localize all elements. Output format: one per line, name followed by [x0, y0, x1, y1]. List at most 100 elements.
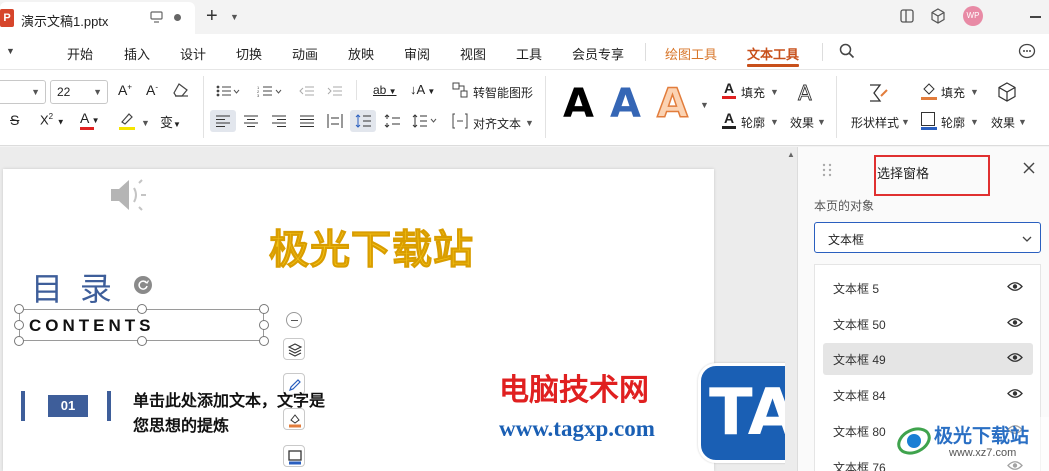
speaker-icon[interactable] [107, 175, 151, 218]
object-row[interactable]: 文本框 50 [823, 308, 1033, 340]
resize-handle[interactable] [137, 336, 147, 346]
text-direction-icon[interactable]: ab ▼ [373, 83, 397, 97]
menu-review[interactable]: 审阅 [404, 44, 430, 63]
clear-format-icon[interactable] [173, 83, 189, 100]
smart-graphic-icon[interactable] [452, 82, 468, 101]
line-spacing-options-icon[interactable] [412, 114, 438, 131]
drag-grip-icon[interactable] [822, 163, 832, 180]
bullet-list-icon[interactable] [216, 85, 240, 100]
text-style-gallery-expand-icon[interactable]: ▼ [700, 100, 709, 110]
text-fill-icon[interactable]: A [724, 80, 734, 96]
toc-heading[interactable]: 目 录 [31, 264, 116, 310]
menu-slideshow[interactable]: 放映 [348, 44, 374, 63]
vertical-scrollbar[interactable]: ▲ [785, 147, 797, 471]
align-left-button[interactable] [210, 110, 236, 132]
layer-button[interactable] [283, 338, 305, 360]
menu-insert[interactable]: 插入 [124, 44, 150, 63]
resize-handle[interactable] [137, 304, 147, 314]
menu-animation[interactable]: 动画 [292, 44, 318, 63]
superscript-icon[interactable]: X2 ▼ [40, 112, 65, 127]
item-number-badge[interactable]: 01 [48, 395, 88, 417]
text-fill-label[interactable]: 填充 [741, 84, 765, 101]
text-style-black[interactable]: A [563, 80, 594, 128]
new-tab-plus-icon[interactable]: + [206, 5, 218, 28]
menu-member[interactable]: 会员专享 [572, 44, 624, 63]
font-color-icon[interactable]: A ▼ [80, 110, 99, 126]
text-outline-label[interactable]: 轮廓 [741, 114, 765, 131]
shape-effects-label[interactable]: 效果 [991, 114, 1015, 131]
shape-outline-label[interactable]: 轮廓 [941, 114, 965, 131]
align-right-icon[interactable] [272, 115, 286, 130]
outline-button[interactable] [283, 445, 305, 467]
distribute-icon[interactable] [327, 114, 343, 131]
shape-style-label[interactable]: 形状样式 [851, 114, 899, 131]
shape-fill-label[interactable]: 填充 [941, 84, 965, 101]
fill-button[interactable] [283, 408, 305, 430]
close-icon[interactable] [1023, 162, 1035, 177]
resize-handle[interactable] [259, 320, 269, 330]
menu-design[interactable]: 设计 [180, 44, 206, 63]
numbered-list-icon[interactable]: 123 [257, 85, 283, 100]
smart-graphic-label[interactable]: 转智能图形 [473, 84, 533, 101]
document-tab[interactable]: P 演示文稿1.pptx [0, 2, 195, 34]
font-size-dropdown[interactable]: 22 ▼ [50, 80, 108, 104]
strikethrough-icon[interactable]: S [10, 112, 19, 128]
item-text-line2[interactable]: 您思想的提炼 [133, 412, 229, 436]
slide[interactable]: 极光下载站 目 录 CONTENTS 01 单击此处添加文本，文字是 您思想的提… [3, 169, 714, 471]
slide-title[interactable]: 极光下载站 [269, 217, 474, 275]
menu-transition[interactable]: 切换 [236, 44, 262, 63]
sort-icon[interactable]: ↓A ▼ [410, 82, 435, 97]
resize-handle[interactable] [14, 304, 24, 314]
justify-icon[interactable] [300, 115, 314, 130]
decrease-indent-icon[interactable] [299, 85, 315, 100]
user-avatar[interactable]: WP [963, 6, 983, 26]
tab-list-chevron-icon[interactable]: ▼ [230, 12, 239, 22]
eye-icon[interactable] [1007, 281, 1023, 295]
chat-icon[interactable] [1018, 43, 1036, 62]
item-text-line1[interactable]: 单击此处添加文本，文字是 [133, 387, 325, 411]
decrease-font-icon[interactable]: A- [146, 82, 158, 98]
text-effects-label[interactable]: 效果 [790, 114, 814, 131]
menu-text-tools[interactable]: 文本工具 [747, 44, 799, 63]
menu-collapse-chevron-icon[interactable]: ▼ [6, 46, 15, 56]
collapse-toolbar-icon[interactable] [286, 312, 302, 328]
resize-handle[interactable] [259, 336, 269, 346]
phonetic-icon[interactable]: 变▼ [160, 112, 181, 131]
line-spacing-button[interactable] [350, 110, 376, 132]
menu-drawing-tools[interactable]: 绘图工具 [665, 44, 717, 63]
align-text-label[interactable]: 对齐文本 [473, 115, 521, 132]
shape-style-icon[interactable] [867, 82, 889, 107]
menu-tools[interactable]: 工具 [516, 44, 542, 63]
eye-icon[interactable] [1007, 352, 1023, 366]
shape-effects-icon[interactable] [996, 81, 1018, 106]
menu-view[interactable]: 视图 [460, 44, 486, 63]
align-text-icon[interactable] [452, 113, 468, 132]
font-name-dropdown[interactable]: ▼ [0, 80, 46, 104]
paragraph-spacing-icon[interactable] [384, 114, 400, 131]
menu-home[interactable]: 开始 [67, 44, 93, 63]
shape-outline-icon[interactable] [921, 112, 935, 126]
cube-icon[interactable] [930, 8, 946, 27]
scroll-up-icon[interactable]: ▲ [787, 150, 795, 159]
minimize-icon[interactable] [1030, 16, 1041, 18]
object-filter-dropdown[interactable]: 文本框 [814, 222, 1041, 253]
align-center-icon[interactable] [244, 115, 258, 130]
object-row[interactable]: 文本框 49 [823, 343, 1033, 375]
text-style-blue[interactable]: A [610, 80, 641, 128]
search-icon[interactable] [839, 43, 855, 62]
resize-handle[interactable] [259, 304, 269, 314]
eye-icon[interactable] [1007, 388, 1023, 402]
layout-icon[interactable] [899, 8, 915, 27]
object-row[interactable]: 文本框 5 [823, 272, 1033, 304]
text-style-orange-outline[interactable]: A [656, 80, 688, 128]
increase-font-icon[interactable]: A+ [118, 82, 132, 98]
resize-handle[interactable] [14, 320, 24, 330]
resize-handle[interactable] [14, 336, 24, 346]
text-effects-icon[interactable]: A [796, 81, 816, 107]
eye-icon[interactable] [1007, 317, 1023, 331]
rotate-handle-icon[interactable] [134, 276, 152, 294]
object-row[interactable]: 文本框 84 [823, 379, 1033, 411]
increase-indent-icon[interactable] [327, 85, 343, 100]
text-outline-icon[interactable]: A [724, 110, 734, 126]
monitor-icon[interactable] [150, 11, 163, 26]
